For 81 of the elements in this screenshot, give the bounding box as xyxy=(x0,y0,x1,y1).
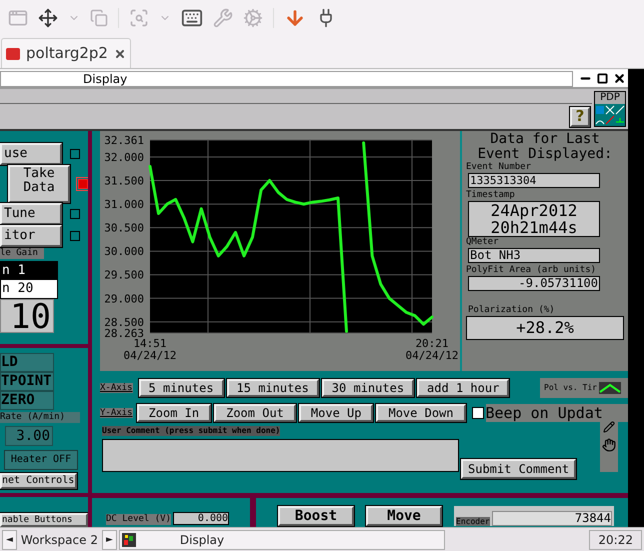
axis-label: Y-Axis xyxy=(100,408,133,418)
value-field: -9.05731100 xyxy=(468,276,600,291)
encoder-field: 73844 xyxy=(492,511,612,526)
y-axis-button[interactable]: Move Down xyxy=(376,404,466,422)
y-tick-label: 30.000 xyxy=(104,245,144,258)
comment-field[interactable] xyxy=(102,439,459,472)
keyboard-icon[interactable] xyxy=(181,7,203,29)
gain-list[interactable]: n 1 n 20 xyxy=(0,261,58,299)
x-axis-button[interactable]: 15 minutes xyxy=(226,379,319,397)
previous-workspace-button[interactable]: ◄ xyxy=(2,530,17,550)
dc-level-label: DC Level (V) xyxy=(106,514,172,525)
rate-label: Rate (A/min) xyxy=(0,412,80,423)
motion-button[interactable]: Boost xyxy=(278,506,354,526)
field-label: PolyFit Area (arb units) xyxy=(466,265,598,276)
x-tick-label: 14:51 04/24/12 xyxy=(124,337,176,362)
field-label: Event Number xyxy=(466,162,532,173)
magnet-button[interactable]: TPOINT xyxy=(0,372,54,391)
timestamp-field: 24Apr2012 20h21m44s xyxy=(468,201,600,237)
control-button[interactable]: Take Data xyxy=(8,165,70,203)
y-tick-label: 29.500 xyxy=(104,268,144,282)
pdp-widget[interactable]: PDP xyxy=(594,91,626,127)
y-tick-label: 30.500 xyxy=(104,222,144,235)
gain-label: le Gain xyxy=(0,248,44,259)
control-button[interactable]: itor xyxy=(0,225,62,247)
enable-buttons-button[interactable]: nable Buttons xyxy=(0,513,88,527)
field-label: Timestamp xyxy=(466,190,516,201)
magnet-button[interactable]: ZERO xyxy=(0,391,54,410)
x-axis-button[interactable]: 5 minutes xyxy=(138,379,224,397)
encoder-label: Encoder xyxy=(456,517,490,526)
field-label: QMeter xyxy=(466,237,500,248)
motion-button[interactable]: Move xyxy=(366,506,442,526)
magnet-button[interactable]: LD xyxy=(0,353,54,372)
y-tick-label: 31.000 xyxy=(104,198,144,212)
help-button[interactable]: ? xyxy=(570,106,590,126)
y-axis-button[interactable]: Zoom Out xyxy=(214,404,296,422)
close-icon[interactable] xyxy=(613,72,626,85)
trend-line-icon xyxy=(598,382,621,394)
move-icon[interactable] xyxy=(38,8,58,28)
x-axis-button[interactable]: 30 minutes xyxy=(322,379,414,397)
x-axis-button[interactable]: add 1 hour xyxy=(417,379,510,397)
beep-label: Beep on Updat xyxy=(486,404,628,422)
maximize-icon[interactable] xyxy=(597,73,608,84)
beep-checkbox[interactable] xyxy=(472,407,484,419)
y-axis-button[interactable]: Zoom In xyxy=(136,404,212,422)
panel-title: Data for Last Event Displayed: xyxy=(476,132,614,162)
y-tick-label: 28.500 xyxy=(104,316,144,329)
tab[interactable]: poltarg2p2 xyxy=(1,38,131,68)
value-field: 1335313304 xyxy=(468,173,600,188)
window-title: Display xyxy=(0,70,573,86)
polarization-value: +28.2% xyxy=(466,316,624,340)
hand-icon[interactable] xyxy=(602,438,616,452)
y-axis-button[interactable]: Move Up xyxy=(298,404,374,422)
comment-label: User Comment (press submit when done) xyxy=(102,426,280,436)
x-tick-label: 20:21 04/24/12 xyxy=(406,337,458,362)
taskbar-window-button[interactable]: Display xyxy=(118,530,445,550)
workspace-label: Workspace 2 xyxy=(20,532,99,548)
y-tick-label: 32.000 xyxy=(104,151,144,164)
plot-selector-button[interactable]: Pol vs. Tir xyxy=(540,378,628,398)
magnet-controls-button[interactable]: net Controls xyxy=(0,473,77,489)
control-button[interactable]: Tune xyxy=(0,203,62,225)
y-tick-label: 32.361 xyxy=(104,134,144,147)
y-tick-label: 31.500 xyxy=(104,174,144,188)
pencil-icon[interactable] xyxy=(603,421,615,433)
value-field: Bot NH3 xyxy=(468,248,600,263)
gain-option[interactable]: n 1 xyxy=(1,262,57,280)
y-tick-label: 29.000 xyxy=(104,292,144,306)
next-workspace-button[interactable]: ► xyxy=(102,530,117,550)
rate-field[interactable]: 3.00 xyxy=(5,426,53,446)
axis-label: X-Axis xyxy=(100,383,133,393)
status-lights-icon xyxy=(595,104,625,126)
polarization-label: Polarization (%) xyxy=(468,305,556,316)
heater-button[interactable]: Heater OFF xyxy=(4,450,78,470)
clock: 20:22 xyxy=(589,530,642,550)
dc-level-field: 0.000 xyxy=(173,512,230,525)
gain-display: 10 xyxy=(0,299,54,333)
app-icon xyxy=(6,48,20,60)
gain-option[interactable]: n 20 xyxy=(1,280,57,298)
submit-comment-button[interactable]: Submit Comment xyxy=(461,459,576,479)
control-button[interactable]: use xyxy=(0,143,62,165)
y-tick-label: 28.263 xyxy=(104,327,144,340)
app-icon xyxy=(122,532,136,546)
